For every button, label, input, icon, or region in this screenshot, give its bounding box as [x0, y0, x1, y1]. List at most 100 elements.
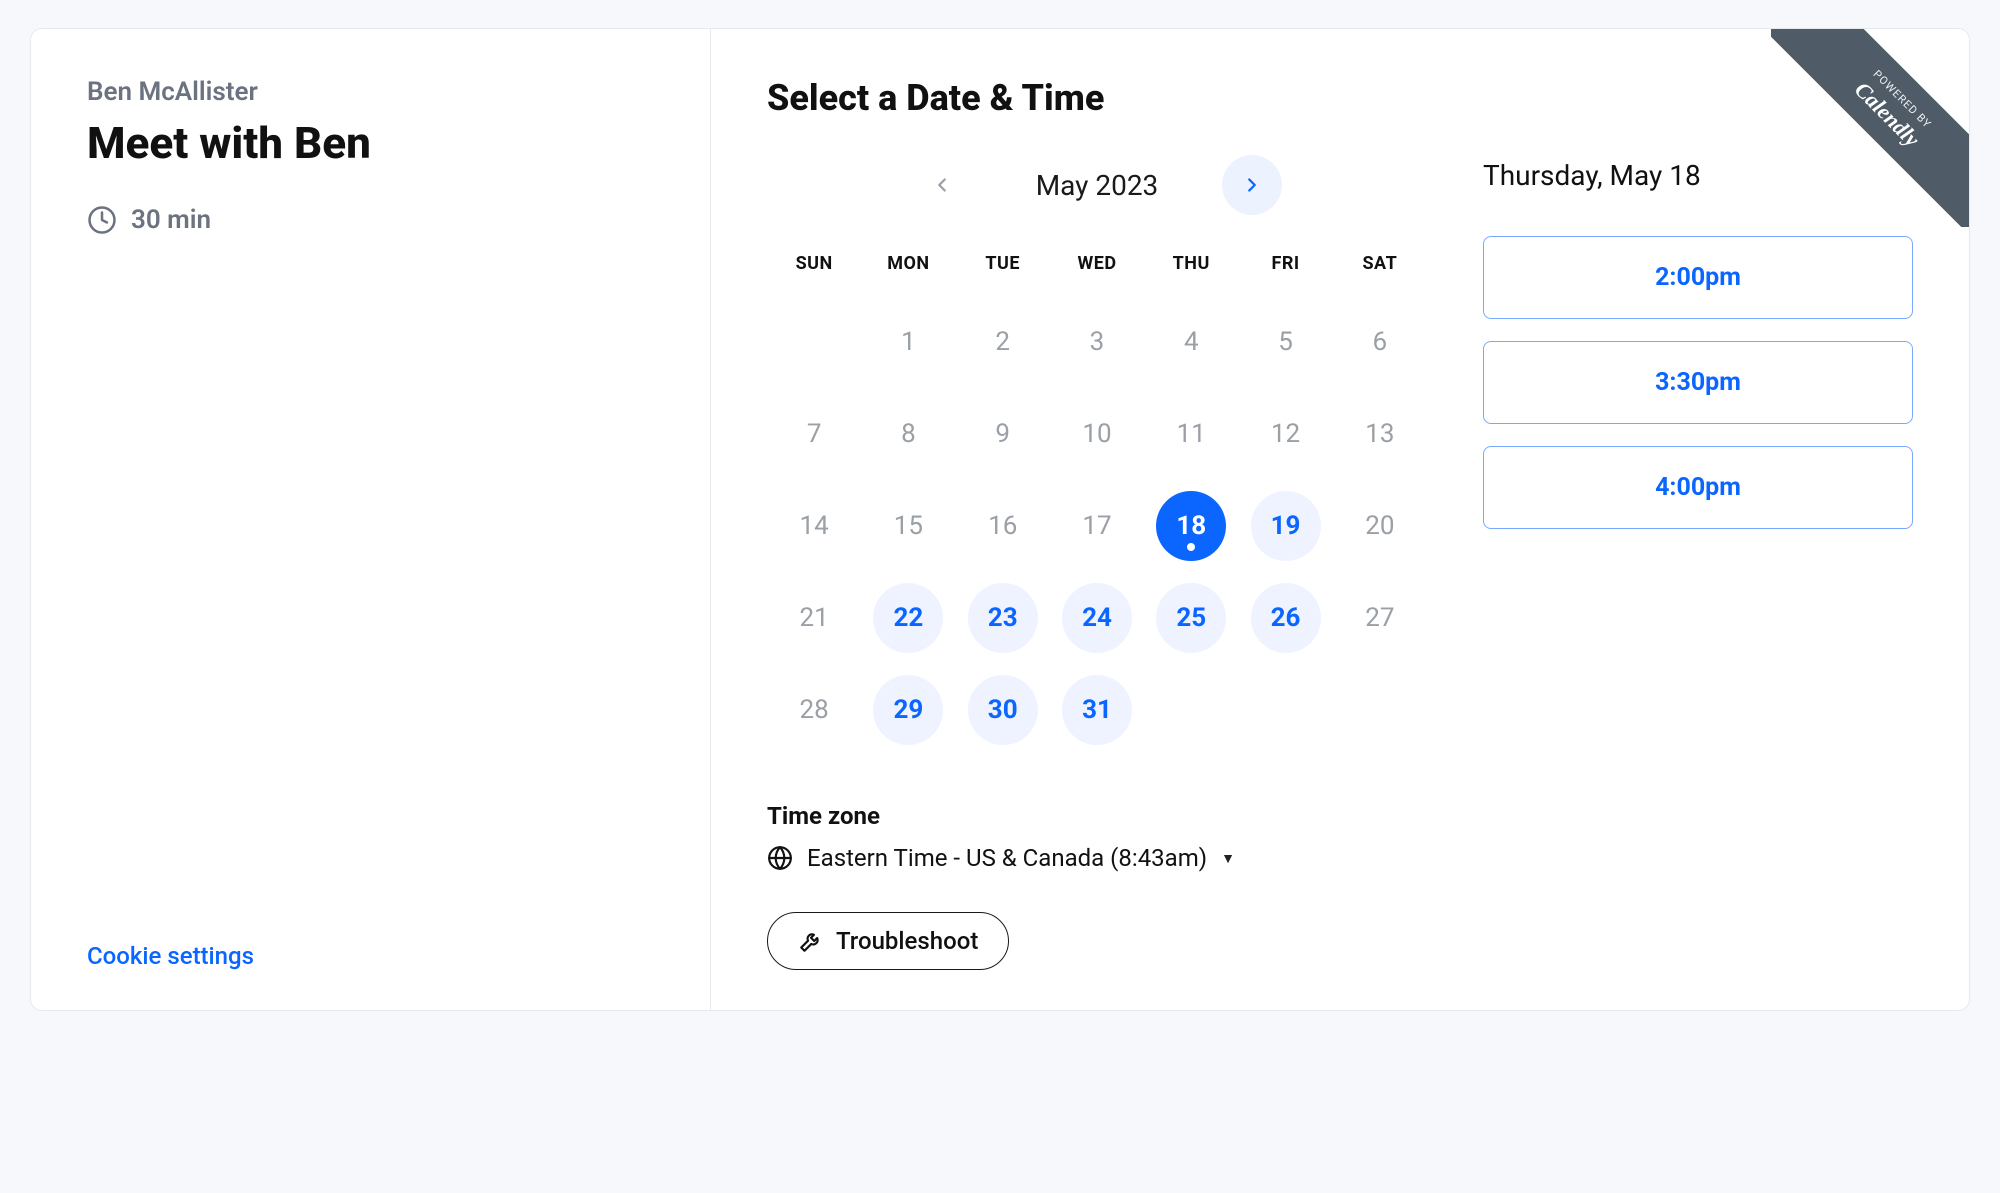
schedule-row: May 2023 SUNMONTUEWEDTHUFRISAT 123456789…	[767, 155, 1913, 872]
calendar-day-cell: 11	[1144, 388, 1238, 480]
day-of-week-header: SUNMONTUEWEDTHUFRISAT	[767, 243, 1427, 296]
calendar-day-cell: 1	[861, 296, 955, 388]
day-of-week: TUE	[956, 243, 1050, 296]
calendar-day-cell: 9	[956, 388, 1050, 480]
time-slots-list: 2:00pm 3:30pm 4:00pm	[1483, 236, 1913, 529]
time-slot-button[interactable]: 2:00pm	[1483, 236, 1913, 319]
calendar-day[interactable]: 26	[1251, 583, 1321, 653]
calendar-day[interactable]: 23	[968, 583, 1038, 653]
calendar-day[interactable]: 31	[1062, 675, 1132, 745]
calendar-day: 16	[968, 491, 1038, 561]
calendar-day-cell: 23	[956, 572, 1050, 664]
calendar-day: 1	[873, 307, 943, 377]
calendar-day-cell: 5	[1238, 296, 1332, 388]
timezone-heading: Time zone	[767, 802, 1427, 830]
chevron-left-icon	[931, 174, 953, 196]
calendar-day-cell: 12	[1238, 388, 1332, 480]
calendar-day: 12	[1251, 399, 1321, 469]
calendar-day: 13	[1345, 399, 1415, 469]
troubleshoot-label: Troubleshoot	[836, 927, 978, 955]
time-slot-button[interactable]: 3:30pm	[1483, 341, 1913, 424]
calendar-day: 5	[1251, 307, 1321, 377]
clock-icon	[87, 205, 117, 235]
scheduling-pane: Select a Date & Time May 2023	[711, 29, 1969, 1010]
day-of-week: SAT	[1333, 243, 1427, 296]
calendar-day[interactable]: 25	[1156, 583, 1226, 653]
troubleshoot-button[interactable]: Troubleshoot	[767, 912, 1009, 970]
day-of-week: WED	[1050, 243, 1144, 296]
calendar-day-cell: 4	[1144, 296, 1238, 388]
calendar-day: 14	[779, 491, 849, 561]
page-title: Select a Date & Time	[767, 77, 1913, 119]
calendar-day-cell	[1333, 664, 1427, 756]
calendar-day-cell: 29	[861, 664, 955, 756]
selected-day-indicator-icon	[1187, 543, 1195, 551]
chevron-right-icon	[1241, 174, 1263, 196]
calendar: May 2023 SUNMONTUEWEDTHUFRISAT 123456789…	[767, 155, 1427, 872]
calendar-day: 4	[1156, 307, 1226, 377]
calendar-day-cell	[1144, 664, 1238, 756]
calendar-day-cell	[767, 296, 861, 388]
next-month-button[interactable]	[1222, 155, 1282, 215]
calendar-day-cell: 17	[1050, 480, 1144, 572]
calendar-day: 9	[968, 399, 1038, 469]
calendar-day: 10	[1062, 399, 1132, 469]
calendar-grid: 1234567891011121314151617181920212223242…	[767, 296, 1427, 756]
calendar-day-cell: 31	[1050, 664, 1144, 756]
time-slots-column: Thursday, May 18 2:00pm 3:30pm 4:00pm	[1483, 155, 1913, 872]
time-slot-button[interactable]: 4:00pm	[1483, 446, 1913, 529]
calendar-day-cell: 25	[1144, 572, 1238, 664]
globe-icon	[767, 845, 793, 871]
calendar-day: 8	[873, 399, 943, 469]
calendar-day[interactable]: 30	[968, 675, 1038, 745]
calendar-day-cell: 7	[767, 388, 861, 480]
calendar-day: 15	[873, 491, 943, 561]
calendar-day: 20	[1345, 491, 1415, 561]
host-name: Ben McAllister	[87, 77, 654, 107]
calendar-day[interactable]: 22	[873, 583, 943, 653]
calendar-day-cell: 22	[861, 572, 955, 664]
calendar-day: 6	[1345, 307, 1415, 377]
calendar-day-cell: 26	[1238, 572, 1332, 664]
month-nav: May 2023	[767, 155, 1427, 215]
duration-label: 30 min	[131, 205, 211, 235]
calendar-day-cell	[1238, 664, 1332, 756]
event-info-pane: Ben McAllister Meet with Ben 30 min Cook…	[31, 29, 711, 1010]
right-footer: Troubleshoot	[767, 872, 1913, 970]
calendar-day-cell: 21	[767, 572, 861, 664]
calendar-week: 14 15 161718 19 20	[767, 480, 1427, 572]
calendar-day-cell: 14	[767, 480, 861, 572]
calendar-week: 123456	[767, 296, 1427, 388]
calendar-day-cell: 27	[1333, 572, 1427, 664]
calendar-day: 21	[779, 583, 849, 653]
calendar-day[interactable]: 18	[1156, 491, 1226, 561]
calendar-day: 27	[1345, 583, 1415, 653]
calendar-week: 28 29 30 31	[767, 664, 1427, 756]
calendar-day-cell: 13	[1333, 388, 1427, 480]
calendar-day-cell: 20	[1333, 480, 1427, 572]
prev-month-button[interactable]	[912, 155, 972, 215]
calendar-day: 7	[779, 399, 849, 469]
calendar-day[interactable]: 24	[1062, 583, 1132, 653]
calendar-day-cell: 10	[1050, 388, 1144, 480]
calendar-day-cell: 8	[861, 388, 955, 480]
cookie-settings-link[interactable]: Cookie settings	[87, 942, 254, 970]
calendar-day: 3	[1062, 307, 1132, 377]
timezone-selector[interactable]: Eastern Time - US & Canada (8:43am) ▼	[767, 844, 1427, 872]
calendar-day-cell: 3	[1050, 296, 1144, 388]
event-duration: 30 min	[87, 205, 654, 235]
left-footer: Cookie settings	[87, 902, 654, 970]
calendar-day-cell: 19	[1238, 480, 1332, 572]
calendar-day-cell: 15	[861, 480, 955, 572]
calendar-day-cell: 24	[1050, 572, 1144, 664]
calendar-day-cell: 16	[956, 480, 1050, 572]
calendar-day: 28	[779, 675, 849, 745]
calendar-day[interactable]: 29	[873, 675, 943, 745]
calendar-day: 11	[1156, 399, 1226, 469]
calendar-day-cell: 2	[956, 296, 1050, 388]
calendar-day[interactable]: 19	[1251, 491, 1321, 561]
day-of-week: FRI	[1238, 243, 1332, 296]
calendar-week: 21 22 23 24 25 26 27	[767, 572, 1427, 664]
day-of-week: SUN	[767, 243, 861, 296]
selected-date-label: Thursday, May 18	[1483, 159, 1913, 192]
